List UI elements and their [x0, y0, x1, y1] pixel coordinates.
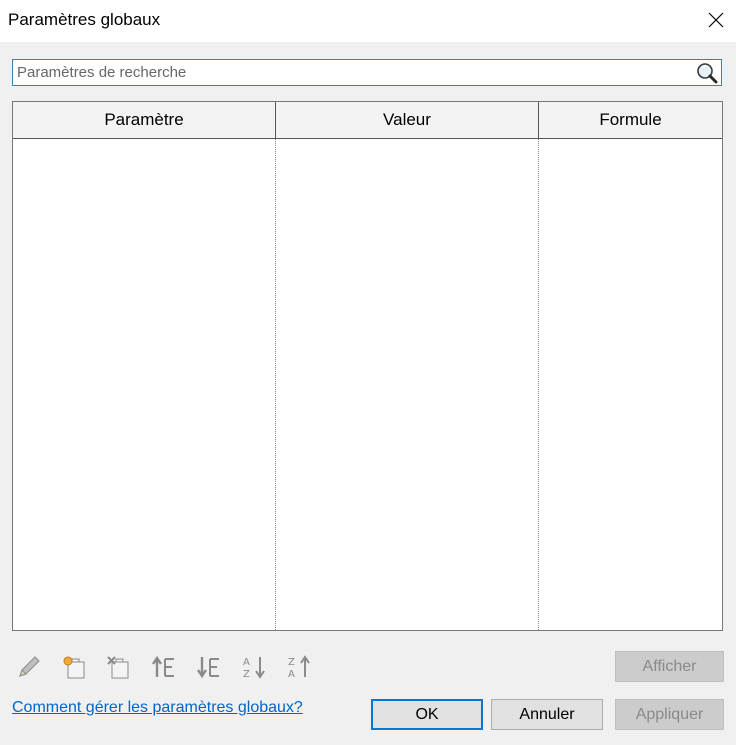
new-parameter-button[interactable]: [60, 652, 90, 682]
sort-ascending-button[interactable]: A Z: [240, 652, 270, 682]
column-divider: [538, 139, 539, 630]
sort-descending-icon: Z A: [288, 655, 310, 680]
svg-text:Z: Z: [288, 657, 295, 668]
column-header-formule[interactable]: Formule: [539, 102, 722, 138]
close-button[interactable]: [700, 4, 732, 36]
close-icon: [708, 12, 724, 28]
edit-pencil-icon: [19, 656, 40, 677]
search-input[interactable]: [17, 62, 687, 83]
column-divider: [275, 139, 276, 630]
edit-parameter-button[interactable]: [14, 652, 44, 682]
table-body[interactable]: [13, 139, 722, 630]
search-magnifier-icon[interactable]: [695, 61, 719, 85]
svg-text:A: A: [288, 669, 295, 680]
parameters-table: Paramètre Valeur Formule: [12, 101, 723, 631]
afficher-button[interactable]: Afficher: [615, 651, 724, 682]
search-box[interactable]: [12, 59, 722, 86]
move-up-icon: [152, 655, 174, 677]
svg-text:A: A: [243, 657, 250, 668]
svg-text:Z: Z: [243, 669, 250, 680]
delete-parameter-button[interactable]: [104, 652, 134, 682]
move-down-button[interactable]: [194, 652, 224, 682]
cancel-button[interactable]: Annuler: [491, 699, 603, 730]
column-header-parametre[interactable]: Paramètre: [13, 102, 276, 138]
move-down-icon: [197, 657, 219, 679]
help-link[interactable]: Comment gérer les paramètres globaux?: [12, 699, 303, 717]
column-header-valeur[interactable]: Valeur: [276, 102, 539, 138]
window-title: Paramètres globaux: [8, 10, 161, 29]
new-parameter-icon: [63, 656, 85, 679]
sort-descending-button[interactable]: Z A: [285, 652, 315, 682]
move-up-button[interactable]: [149, 652, 179, 682]
delete-parameter-icon: [107, 656, 129, 679]
table-header: Paramètre Valeur Formule: [13, 102, 722, 139]
sort-ascending-icon: A Z: [243, 657, 265, 680]
apply-button[interactable]: Appliquer: [615, 699, 724, 730]
ok-button[interactable]: OK: [371, 699, 483, 730]
title-bar: Paramètres globaux: [0, 0, 736, 42]
